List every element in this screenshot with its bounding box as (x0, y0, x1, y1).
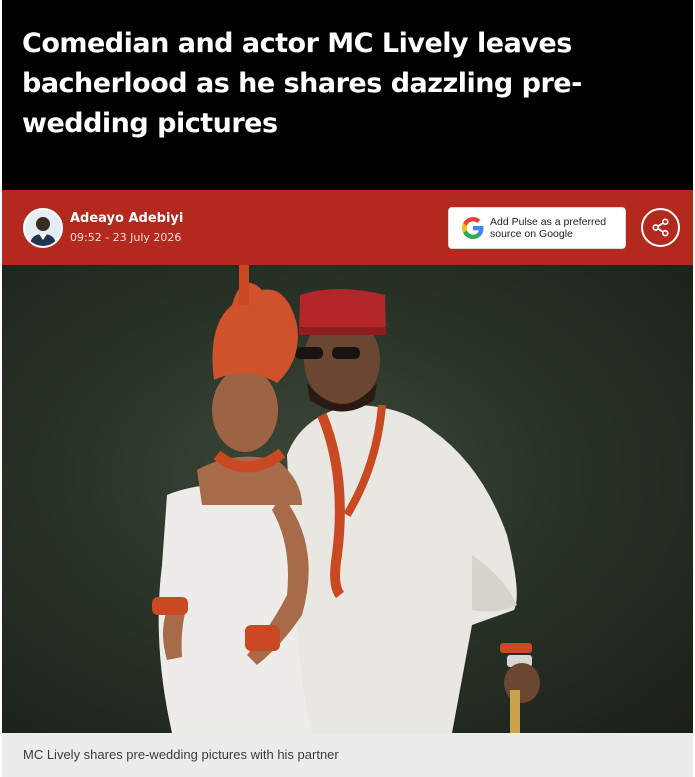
publish-timestamp: 09:52 - 23 July 2026 (70, 231, 182, 244)
article-header: Comedian and actor MC Lively leaves bach… (2, 0, 693, 777)
author-avatar-image (25, 210, 61, 246)
add-preferred-source-button[interactable]: Add Pulse as a preferred source on Googl… (448, 207, 626, 249)
title-banner: Comedian and actor MC Lively leaves bach… (2, 0, 693, 190)
author-bar: Adeayo Adebiyi 09:52 - 23 July 2026 Add … (2, 190, 693, 265)
add-preferred-source-label: Add Pulse as a preferred source on Googl… (490, 216, 607, 240)
photo-caption-bar: MC Lively shares pre-wedding pictures wi… (2, 733, 693, 777)
share-icon (652, 218, 669, 237)
photo-caption: MC Lively shares pre-wedding pictures wi… (23, 747, 339, 762)
share-button[interactable] (641, 208, 680, 247)
google-g-icon (462, 217, 484, 239)
pre-wedding-photo (152, 265, 540, 733)
article-photo (2, 265, 693, 733)
author-avatar[interactable] (23, 208, 63, 248)
article-title: Comedian and actor MC Lively leaves bach… (22, 28, 582, 139)
author-name[interactable]: Adeayo Adebiyi (70, 211, 183, 226)
